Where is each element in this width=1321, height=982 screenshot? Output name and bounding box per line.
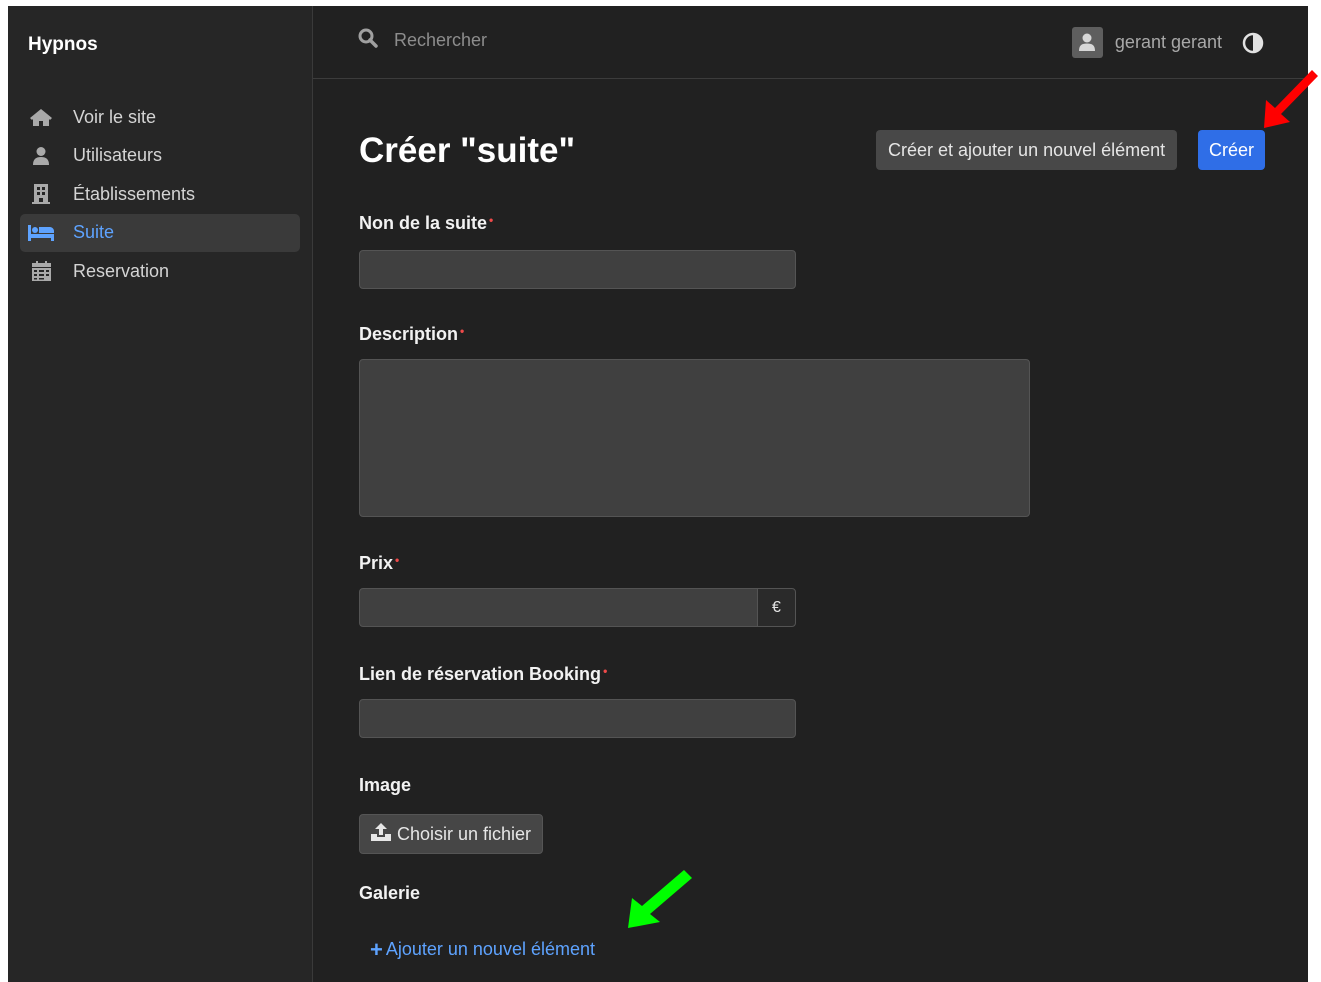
description-textarea[interactable] <box>359 359 1030 517</box>
search-input[interactable] <box>392 29 696 52</box>
create-button[interactable]: Créer <box>1198 130 1266 170</box>
sidebar-item-suite[interactable]: Suite <box>20 213 300 252</box>
suite-name-label: Non de la suite • <box>359 213 493 234</box>
upload-icon <box>371 822 397 846</box>
bed-icon <box>28 224 54 242</box>
red-arrow-annotation-icon <box>1264 70 1318 128</box>
booking-link-input[interactable] <box>359 699 796 738</box>
required-marker: • <box>489 213 494 227</box>
label-text: Prix <box>359 553 394 573</box>
currency-addon: € <box>757 588 796 627</box>
price-label: Prix • <box>359 553 399 574</box>
description-label: Description • <box>359 324 464 345</box>
building-icon <box>28 184 54 204</box>
search-icon <box>358 28 378 53</box>
sidebar-item-label: Utilisateurs <box>73 145 163 165</box>
sidebar-nav: Voir le site Utilisateurs Établissements… <box>20 98 300 291</box>
price-input[interactable] <box>359 588 758 627</box>
choose-file-button[interactable]: Choisir un fichier <box>359 814 544 854</box>
required-marker: • <box>460 324 465 338</box>
sidebar-item-label: Suite <box>73 222 115 242</box>
sidebar-item-label: Voir le site <box>73 106 157 127</box>
username: gerant gerant <box>1114 32 1222 52</box>
image-label: Image <box>359 775 412 795</box>
sidebar-item-reservation[interactable]: Reservation <box>20 252 300 290</box>
sidebar-item-label: Reservation <box>73 260 170 281</box>
required-marker: • <box>395 553 400 567</box>
page-title: Créer "suite" <box>359 131 576 170</box>
user-icon <box>28 146 54 166</box>
sidebar: Hypnos Voir le site Utilisateurs Établis… <box>8 6 313 982</box>
required-marker: • <box>603 664 608 678</box>
choose-file-label: Choisir un fichier <box>397 823 532 844</box>
search-box <box>358 28 696 53</box>
user-menu[interactable]: gerant gerant <box>1071 27 1264 58</box>
admin-app: Hypnos Voir le site Utilisateurs Établis… <box>8 6 1308 982</box>
topbar: gerant gerant <box>313 6 1308 79</box>
suite-name-input[interactable] <box>359 250 796 289</box>
sidebar-item-utilisateurs[interactable]: Utilisateurs <box>20 137 300 175</box>
label-text: Description <box>359 324 459 344</box>
add-gallery-item-link[interactable]: + Ajouter un nouvel élément <box>370 936 595 962</box>
main-content: Créer "suite" Créer et ajouter un nouvel… <box>313 79 1308 982</box>
gallery-label: Galerie <box>359 883 421 903</box>
sidebar-item-etablissements[interactable]: Établissements <box>20 175 300 213</box>
avatar <box>1071 27 1103 58</box>
calendar-icon <box>28 261 54 281</box>
sidebar-item-label: Établissements <box>73 183 196 204</box>
booking-link-label: Lien de réservation Booking • <box>359 664 607 685</box>
add-gallery-item-label: Ajouter un nouvel élément <box>385 939 595 959</box>
create-and-add-button[interactable]: Créer et ajouter un nouvel élément <box>876 130 1178 170</box>
plus-icon: + <box>370 936 383 962</box>
label-text: Lien de réservation Booking <box>359 664 602 684</box>
sidebar-item-voir-le-site[interactable]: Voir le site <box>20 98 300 136</box>
brand-title: Hypnos <box>28 34 98 55</box>
theme-toggle-icon[interactable] <box>1242 32 1264 54</box>
green-arrow-annotation-icon <box>628 870 692 928</box>
home-icon <box>28 107 54 127</box>
label-text: Non de la suite <box>359 213 488 233</box>
